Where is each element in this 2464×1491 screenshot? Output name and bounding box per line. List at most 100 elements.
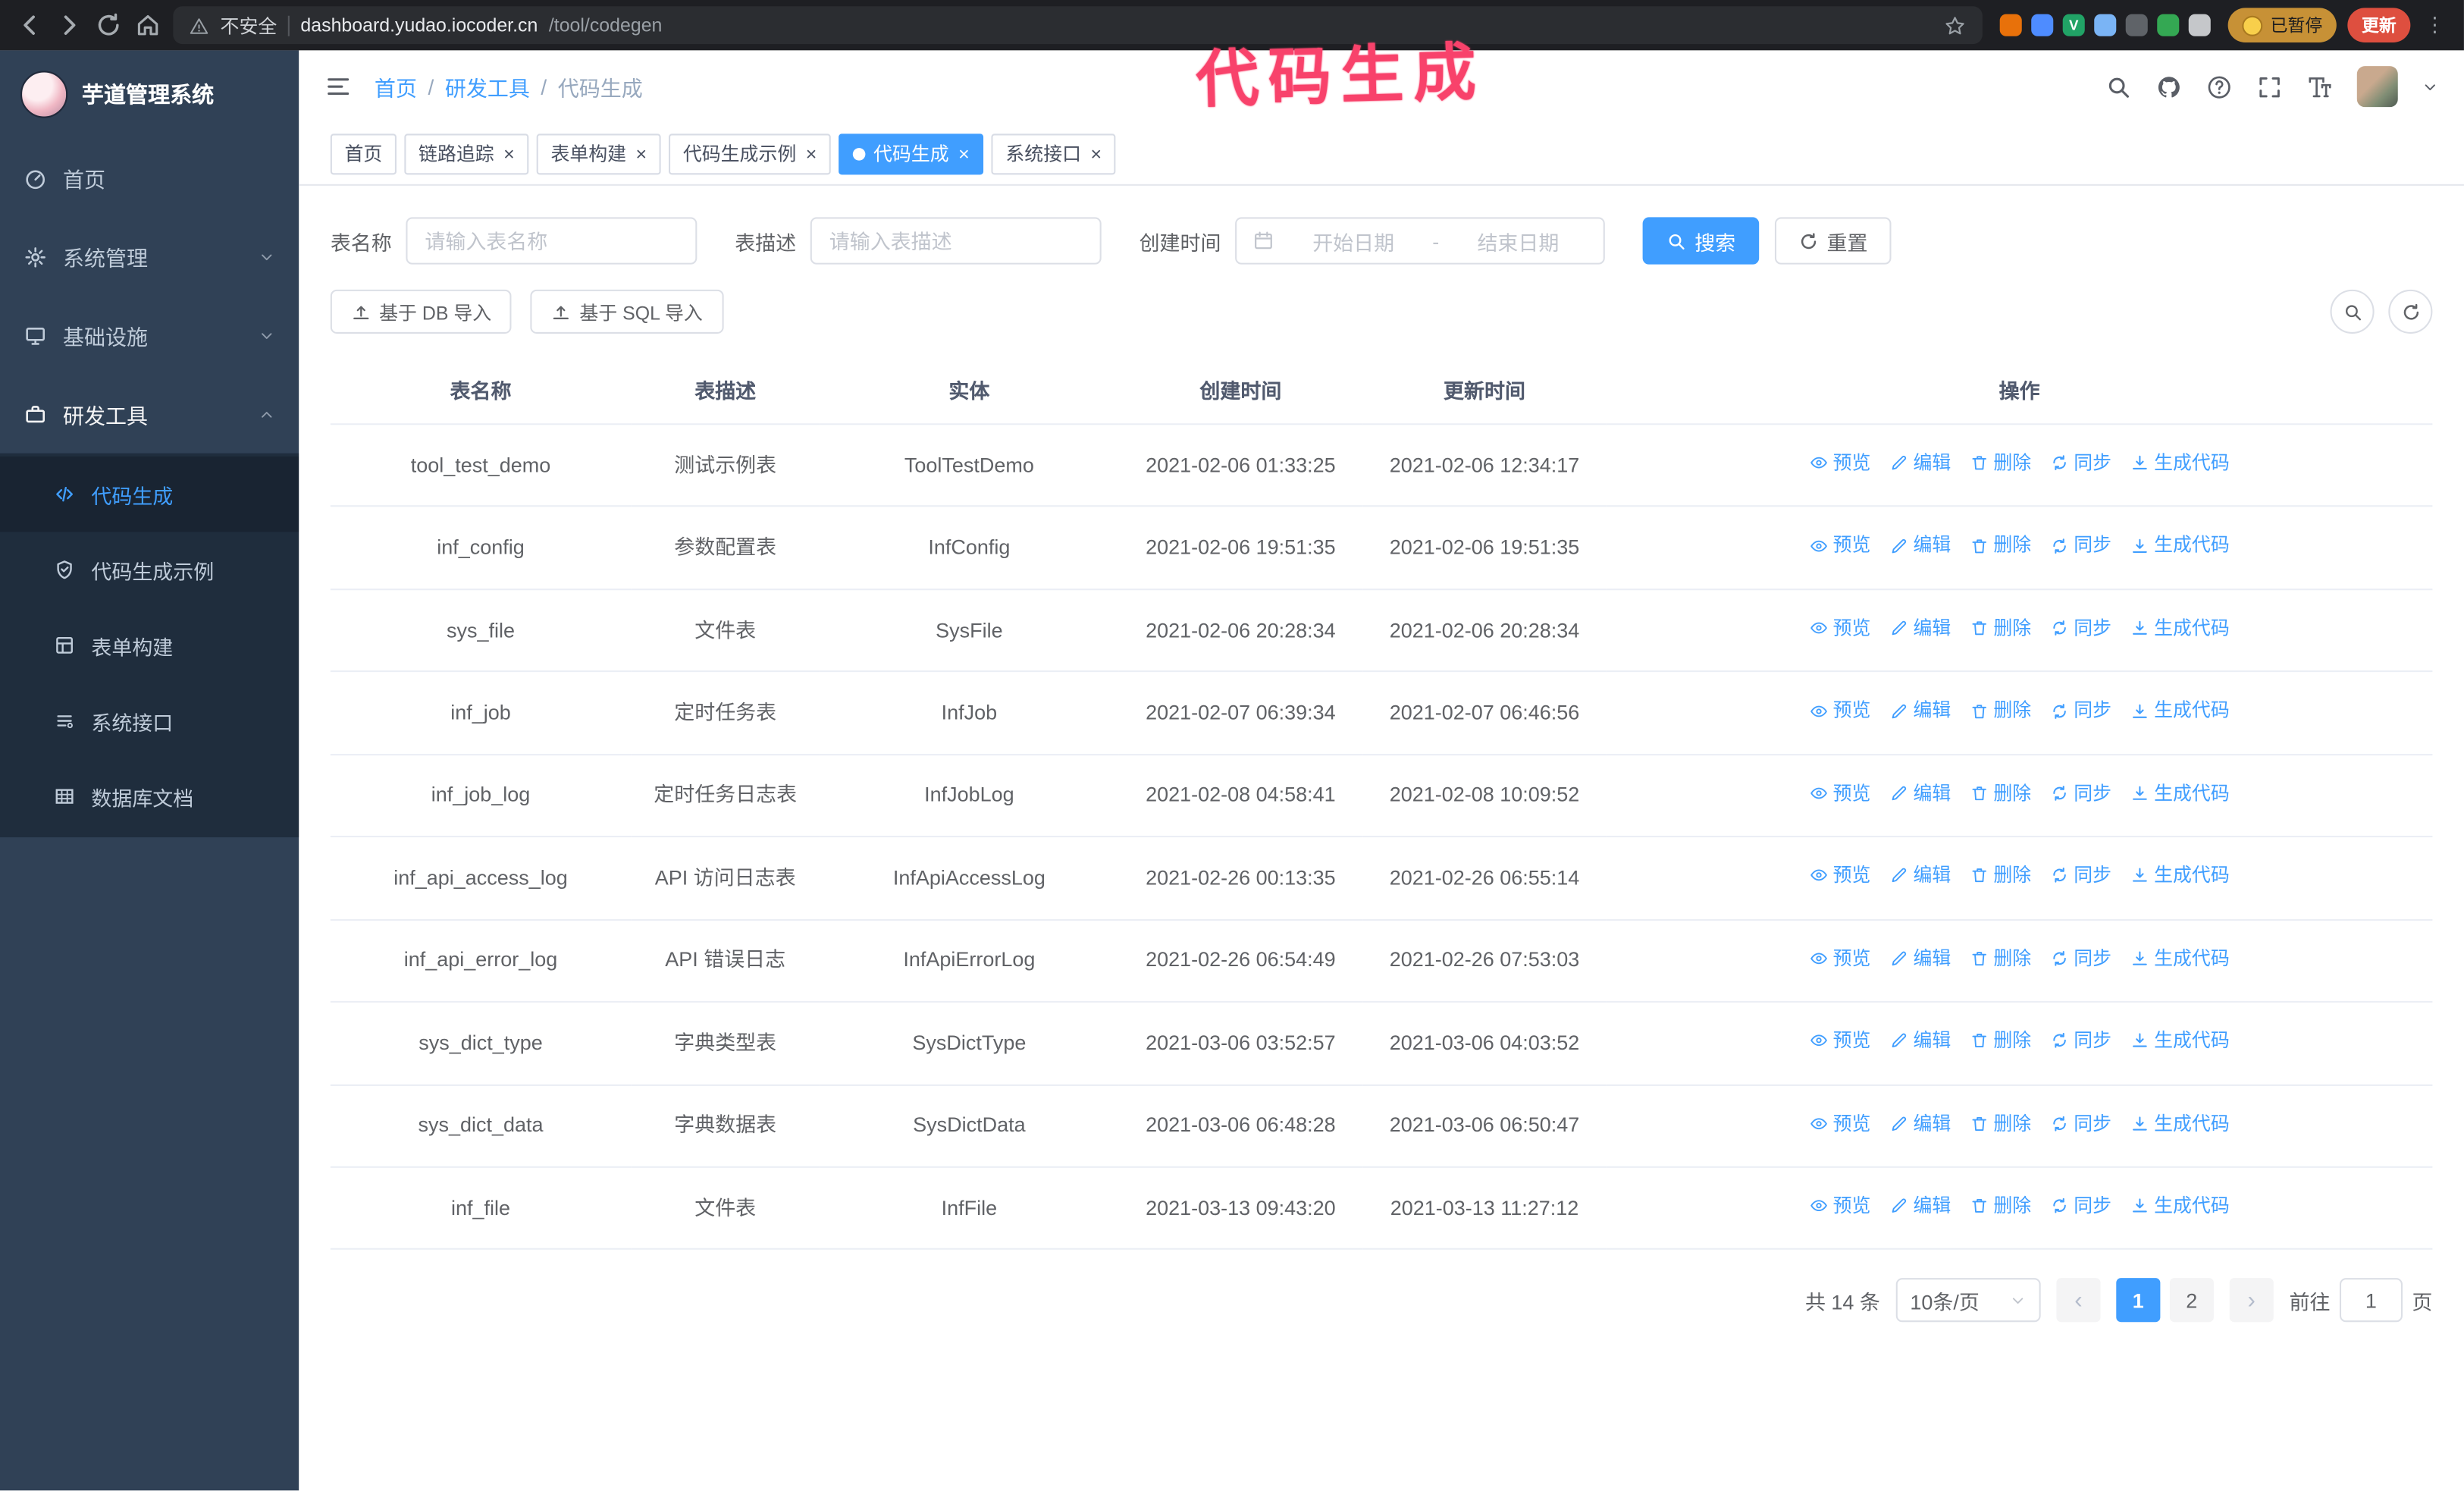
- fullscreen-icon[interactable]: [2256, 74, 2283, 100]
- edit-action[interactable]: 编辑: [1889, 1191, 1951, 1221]
- delete-action[interactable]: 删除: [1970, 696, 2031, 726]
- refresh-table-button[interactable]: [2388, 289, 2433, 334]
- delete-action[interactable]: 删除: [1970, 614, 2031, 643]
- delete-action[interactable]: 删除: [1970, 448, 2031, 478]
- delete-action[interactable]: 删除: [1970, 862, 2031, 891]
- generate-code-action[interactable]: 生成代码: [2130, 862, 2230, 891]
- close-tab-icon[interactable]: ×: [804, 144, 817, 163]
- edit-action[interactable]: 编辑: [1889, 779, 1951, 808]
- sync-action[interactable]: 同步: [2050, 1109, 2111, 1138]
- sidebar-subitem-1[interactable]: 代码生成示例: [0, 532, 299, 607]
- import-sql-button[interactable]: 基于 SQL 导入: [531, 289, 723, 334]
- user-avatar[interactable]: [2356, 66, 2398, 108]
- tab-1[interactable]: 链路追踪 ×: [404, 133, 529, 174]
- table-desc-input[interactable]: [810, 217, 1102, 265]
- toggle-search-button[interactable]: [2330, 289, 2375, 334]
- import-db-button[interactable]: 基于 DB 导入: [330, 289, 513, 334]
- sidebar-subitem-3[interactable]: 系统接口: [0, 683, 299, 759]
- font-size-icon[interactable]: [2306, 74, 2333, 100]
- tab-3[interactable]: 代码生成示例 ×: [669, 133, 831, 174]
- browser-menu-icon[interactable]: ⋮: [2422, 13, 2448, 38]
- sync-action[interactable]: 同步: [2050, 696, 2111, 726]
- generate-code-action[interactable]: 生成代码: [2130, 448, 2230, 478]
- app-logo[interactable]: 芋道管理系统: [0, 50, 299, 138]
- preview-action[interactable]: 预览: [1809, 779, 1870, 808]
- sidebar-subitem-4[interactable]: 数据库文档: [0, 758, 299, 834]
- delete-action[interactable]: 删除: [1970, 1109, 2031, 1138]
- sync-action[interactable]: 同步: [2050, 943, 2111, 973]
- sidebar-item-3[interactable]: 研发工具: [0, 375, 299, 454]
- tab-4[interactable]: 代码生成 ×: [839, 133, 984, 174]
- close-tab-icon[interactable]: ×: [634, 144, 647, 163]
- page-size-select[interactable]: 10条/页: [1895, 1278, 2041, 1323]
- sidebar-subitem-2[interactable]: 表单构建: [0, 607, 299, 683]
- search-button[interactable]: 搜索: [1642, 217, 1760, 265]
- page-button-1[interactable]: 1: [2116, 1278, 2161, 1323]
- delete-action[interactable]: 删除: [1970, 943, 2031, 973]
- generate-code-action[interactable]: 生成代码: [2130, 696, 2230, 726]
- preview-action[interactable]: 预览: [1809, 531, 1870, 560]
- edit-action[interactable]: 编辑: [1889, 696, 1951, 726]
- fox-extension-icon[interactable]: [1999, 14, 2022, 36]
- sidebar-item-0[interactable]: 首页: [0, 139, 299, 218]
- sync-action[interactable]: 同步: [2050, 1026, 2111, 1056]
- edit-action[interactable]: 编辑: [1889, 943, 1951, 973]
- sync-action[interactable]: 同步: [2050, 779, 2111, 808]
- edit-action[interactable]: 编辑: [1889, 862, 1951, 891]
- tab-2[interactable]: 表单构建 ×: [536, 133, 661, 174]
- breadcrumb-item-0[interactable]: 首页: [375, 71, 417, 102]
- chevron-down-icon[interactable]: [2422, 78, 2439, 96]
- generate-code-action[interactable]: 生成代码: [2130, 1109, 2230, 1138]
- sync-action[interactable]: 同步: [2050, 614, 2111, 643]
- puzzle-extension-icon[interactable]: [2188, 14, 2211, 36]
- preview-action[interactable]: 预览: [1809, 614, 1870, 643]
- reset-button[interactable]: 重置: [1775, 217, 1892, 265]
- preview-action[interactable]: 预览: [1809, 448, 1870, 478]
- edit-action[interactable]: 编辑: [1889, 1109, 1951, 1138]
- generate-code-action[interactable]: 生成代码: [2130, 779, 2230, 808]
- close-tab-icon[interactable]: ×: [1089, 144, 1102, 163]
- preview-action[interactable]: 预览: [1809, 862, 1870, 891]
- preview-action[interactable]: 预览: [1809, 1109, 1870, 1138]
- generate-code-action[interactable]: 生成代码: [2130, 614, 2230, 643]
- sidebar-item-2[interactable]: 基础设施: [0, 296, 299, 375]
- sync-action[interactable]: 同步: [2050, 448, 2111, 478]
- close-tab-icon[interactable]: ×: [957, 144, 970, 163]
- next-page-button[interactable]: ›: [2229, 1278, 2274, 1323]
- update-button[interactable]: 更新: [2347, 8, 2411, 43]
- sidebar-item-1[interactable]: 系统管理: [0, 217, 299, 296]
- edit-action[interactable]: 编辑: [1889, 614, 1951, 643]
- prev-page-button[interactable]: ‹: [2056, 1278, 2101, 1323]
- sync-action[interactable]: 同步: [2050, 531, 2111, 560]
- goto-page-input[interactable]: [2339, 1278, 2403, 1323]
- green-v-extension-icon[interactable]: V: [2062, 14, 2085, 36]
- blue-extension-icon[interactable]: [2031, 14, 2054, 36]
- sync-action[interactable]: 同步: [2050, 862, 2111, 891]
- delete-action[interactable]: 删除: [1970, 531, 2031, 560]
- edit-action[interactable]: 编辑: [1889, 1026, 1951, 1056]
- people-extension-icon[interactable]: [2094, 14, 2117, 36]
- collapse-sidebar-icon[interactable]: [324, 72, 353, 100]
- breadcrumb-item-1[interactable]: 研发工具: [445, 71, 530, 102]
- preview-action[interactable]: 预览: [1809, 1191, 1870, 1221]
- preview-action[interactable]: 预览: [1809, 943, 1870, 973]
- edit-action[interactable]: 编辑: [1889, 531, 1951, 560]
- browser-home-icon[interactable]: [133, 11, 161, 39]
- tab-5[interactable]: 系统接口 ×: [991, 133, 1116, 174]
- create-time-range-picker[interactable]: 开始日期 - 结束日期: [1235, 217, 1605, 265]
- tab-0[interactable]: 首页: [330, 133, 397, 174]
- table-name-input[interactable]: [406, 217, 698, 265]
- browser-back-icon[interactable]: [16, 11, 44, 39]
- generate-code-action[interactable]: 生成代码: [2130, 943, 2230, 973]
- address-bar[interactable]: 不安全 dashboard.yudao.iocoder.cn/tool/code…: [173, 6, 1983, 45]
- bookmark-star-icon[interactable]: [1943, 14, 1967, 37]
- browser-reload-icon[interactable]: [95, 11, 123, 39]
- close-tab-icon[interactable]: ×: [502, 144, 515, 163]
- dark-extension-icon[interactable]: [2125, 14, 2148, 36]
- sync-action[interactable]: 同步: [2050, 1191, 2111, 1221]
- delete-action[interactable]: 删除: [1970, 1191, 2031, 1221]
- delete-action[interactable]: 删除: [1970, 1026, 2031, 1056]
- github-icon[interactable]: [2155, 74, 2182, 100]
- generate-code-action[interactable]: 生成代码: [2130, 531, 2230, 560]
- browser-forward-icon[interactable]: [55, 11, 83, 39]
